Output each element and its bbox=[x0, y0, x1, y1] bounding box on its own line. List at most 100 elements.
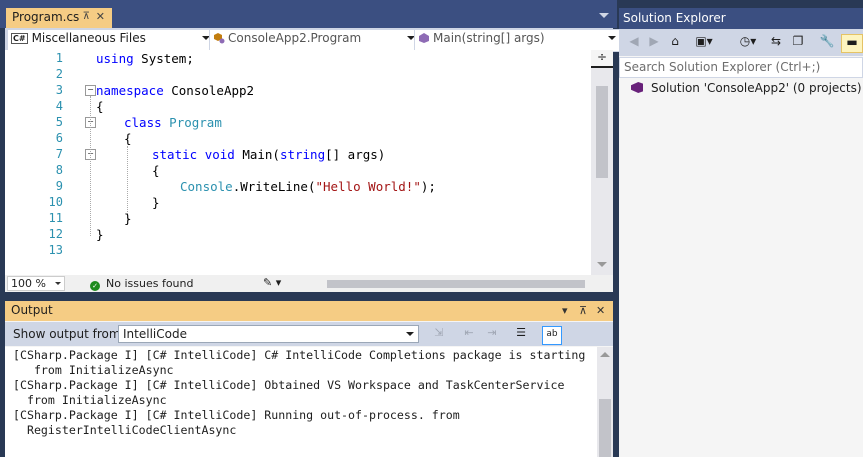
solution-tree: Solution 'ConsoleApp2' (0 projects) bbox=[619, 79, 863, 457]
code-line-10: } bbox=[152, 195, 160, 210]
member-combo[interactable]: Main(string[] args) bbox=[414, 29, 620, 52]
home-icon[interactable]: ⌂ bbox=[667, 34, 683, 51]
line-number: 8 bbox=[55, 163, 63, 177]
solution-explorer-panel: Solution Explorer ◀ ▶ ⌂ ▣▾ ◷▾ ⇆ ❐ 🔧 ▬ Se… bbox=[619, 8, 863, 457]
editor-navigation-bar: C# Miscellaneous Files ConsoleApp2.Progra… bbox=[5, 28, 620, 52]
solution-node-label: Solution 'ConsoleApp2' (0 projects) bbox=[651, 81, 862, 95]
window-dropdown-icon[interactable]: ▾ bbox=[562, 304, 568, 317]
output-toolbar: Show output from: IntelliCode ⇲ ⇤ ⇥ ☰ ab bbox=[5, 322, 613, 346]
line-number: 13 bbox=[48, 243, 63, 257]
output-title: Output bbox=[11, 303, 53, 317]
solution-search-input[interactable]: Search Solution Explorer (Ctrl+;) bbox=[619, 57, 863, 78]
output-line: [CSharp.Package I] [C# IntelliCode] Runn… bbox=[13, 408, 460, 422]
code-line-12: } bbox=[96, 227, 104, 242]
document-tab-program-cs[interactable]: Program.cs ⊼ ✕ bbox=[6, 8, 112, 28]
split-window-button[interactable]: ÷ bbox=[591, 50, 613, 68]
code-text-area[interactable]: using System; namespace ConsoleApp2 { cl… bbox=[80, 50, 590, 275]
output-source-combo[interactable]: IntelliCode bbox=[118, 325, 419, 343]
code-line-1: using System; bbox=[96, 51, 194, 66]
project-combo-value: Miscellaneous Files bbox=[31, 31, 146, 45]
line-number: 12 bbox=[48, 227, 63, 241]
tab-overflow-dropdown-icon[interactable] bbox=[599, 13, 609, 18]
issues-text: No issues found bbox=[106, 277, 194, 290]
back-icon[interactable]: ◀ bbox=[627, 34, 641, 51]
close-tab-icon[interactable]: ✕ bbox=[96, 10, 105, 23]
line-number: 10 bbox=[48, 195, 63, 209]
code-line-9: Console.WriteLine("Hello World!"); bbox=[180, 179, 436, 194]
chevron-down-icon bbox=[608, 36, 616, 40]
zoom-combo[interactable]: 100 % bbox=[7, 276, 65, 291]
line-number: 11 bbox=[48, 211, 63, 225]
line-number: 9 bbox=[55, 179, 63, 193]
code-editor[interactable]: 1 2 3 4 5 6 7 8 9 10 11 12 13 − − − usin… bbox=[5, 50, 613, 275]
collapse-all-icon[interactable]: ❐ bbox=[791, 34, 805, 51]
pending-changes-filter-icon[interactable]: ◷▾ bbox=[734, 34, 762, 51]
output-line: RegisterIntelliCodeClientAsync bbox=[13, 423, 237, 437]
next-message-icon[interactable]: ⇥ bbox=[483, 326, 501, 343]
document-tab-title: Program.cs bbox=[12, 10, 80, 24]
line-number: 7 bbox=[55, 147, 63, 161]
member-combo-value: Main(string[] args) bbox=[433, 31, 545, 45]
chevron-down-icon bbox=[406, 332, 414, 336]
solution-explorer-title: Solution Explorer bbox=[619, 8, 863, 29]
pin-icon[interactable]: ⊼ bbox=[83, 11, 90, 22]
editor-vertical-scrollbar[interactable]: ÷ bbox=[591, 50, 613, 275]
output-line: from InitializeAsync bbox=[13, 393, 167, 407]
csharp-file-icon: C# bbox=[11, 33, 28, 44]
output-line: [CSharp.Package I] [C# IntelliCode] C# I… bbox=[13, 348, 586, 362]
line-number: 3 bbox=[55, 83, 63, 97]
scroll-up-arrow-icon[interactable] bbox=[600, 352, 610, 357]
scrollbar-thumb[interactable] bbox=[327, 280, 585, 288]
show-output-from-label: Show output from: bbox=[13, 327, 125, 341]
class-icon bbox=[214, 33, 225, 44]
issues-indicator[interactable]: ✓ No issues found bbox=[90, 277, 193, 291]
code-line-4: { bbox=[96, 99, 104, 114]
previous-message-icon[interactable]: ⇤ bbox=[460, 326, 478, 343]
code-line-8: { bbox=[152, 163, 160, 178]
code-line-5: class Program bbox=[124, 115, 222, 130]
switch-views-icon[interactable]: ▣▾ bbox=[689, 34, 719, 51]
scrollbar-thumb[interactable] bbox=[599, 399, 611, 457]
scroll-down-arrow-icon[interactable] bbox=[597, 262, 607, 267]
chevron-down-icon bbox=[55, 282, 61, 285]
output-title-bar: Output ▾ ⊼ ✕ bbox=[5, 301, 613, 321]
code-line-11: } bbox=[124, 211, 132, 226]
scrollbar-thumb[interactable] bbox=[596, 86, 608, 178]
properties-wrench-icon[interactable]: 🔧 bbox=[819, 34, 835, 51]
forward-icon[interactable]: ▶ bbox=[647, 34, 661, 51]
line-number-gutter: 1 2 3 4 5 6 7 8 9 10 11 12 13 bbox=[5, 50, 63, 275]
output-vertical-scrollbar[interactable] bbox=[597, 347, 613, 457]
output-line: [CSharp.Package I] [C# IntelliCode] Obta… bbox=[13, 378, 565, 392]
clear-all-icon[interactable]: ☰ bbox=[512, 326, 530, 343]
find-message-icon[interactable]: ⇲ bbox=[430, 326, 448, 343]
toggle-word-wrap-icon[interactable]: ab bbox=[542, 326, 562, 345]
output-window: Output ▾ ⊼ ✕ Show output from: IntelliCo… bbox=[5, 301, 613, 457]
solution-tree-node[interactable]: Solution 'ConsoleApp2' (0 projects) bbox=[631, 81, 862, 95]
line-number: 5 bbox=[55, 115, 63, 129]
editor-status-strip: 100 % ✓ No issues found ✎ ▾ bbox=[5, 275, 613, 292]
line-number: 1 bbox=[55, 51, 63, 65]
sync-with-document-icon[interactable]: ⇆ bbox=[769, 34, 783, 51]
method-icon bbox=[419, 33, 429, 43]
pin-icon[interactable]: ⊼ bbox=[579, 304, 587, 317]
solution-explorer-toolbar: ◀ ▶ ⌂ ▣▾ ◷▾ ⇆ ❐ 🔧 ▬ bbox=[619, 29, 863, 56]
code-line-6: { bbox=[124, 131, 132, 146]
editor-horizontal-scrollbar[interactable] bbox=[311, 279, 601, 288]
code-cleanup-brush-icon[interactable]: ✎ ▾ bbox=[263, 276, 281, 289]
visual-studio-solution-icon bbox=[631, 82, 643, 93]
output-text-area[interactable]: [CSharp.Package I] [C# IntelliCode] C# I… bbox=[5, 347, 597, 457]
check-circle-icon: ✓ bbox=[90, 281, 100, 291]
code-line-3: namespace ConsoleApp2 bbox=[96, 83, 255, 98]
zoom-value: 100 % bbox=[11, 277, 46, 290]
output-source-value: IntelliCode bbox=[123, 327, 187, 341]
code-line-7: static void Main(string[] args) bbox=[152, 147, 386, 162]
project-combo[interactable]: C# Miscellaneous Files bbox=[7, 29, 214, 52]
type-combo[interactable]: ConsoleApp2.Program bbox=[209, 29, 419, 52]
preview-selected-items-icon[interactable]: ▬ bbox=[841, 34, 863, 53]
output-line: from InitializeAsync bbox=[13, 363, 174, 377]
close-icon[interactable]: ✕ bbox=[596, 304, 605, 317]
line-number: 4 bbox=[55, 99, 63, 113]
line-number: 2 bbox=[55, 67, 63, 81]
type-combo-value: ConsoleApp2.Program bbox=[228, 31, 362, 45]
document-tab-strip: Program.cs ⊼ ✕ bbox=[0, 0, 617, 28]
